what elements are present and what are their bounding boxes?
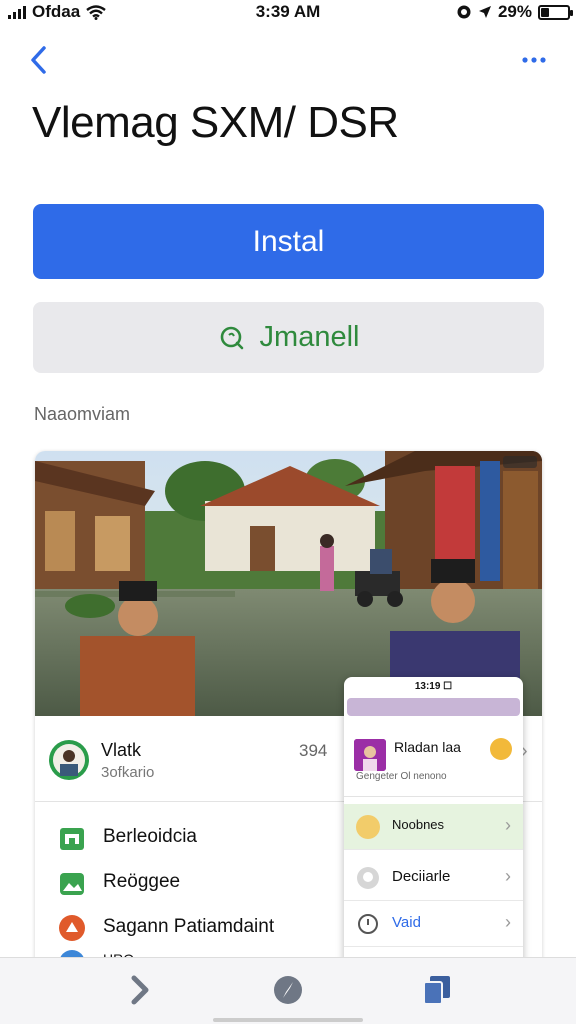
install-button-label: Instal [252, 224, 325, 258]
contact-value: 394 [299, 741, 328, 760]
menu-item-label: Berleoidcia [103, 826, 197, 847]
tab-bar [0, 957, 576, 1024]
popup-subtitle: Gengeter Ol nenono [356, 771, 447, 782]
navigation-bar [0, 40, 576, 80]
menu-item-label: Reöggee [103, 871, 181, 892]
home-indicator [213, 1018, 363, 1022]
info-icon [358, 914, 378, 934]
install-button[interactable]: Instal [33, 204, 544, 279]
menu-item[interactable]: Berleoidcia [55, 820, 355, 856]
chat-icon [357, 867, 379, 889]
status-bar: Ofdaa 3:39 AM 29% [0, 0, 576, 26]
section-label: Naaomviam [34, 404, 131, 424]
more-horizontal-icon[interactable] [520, 50, 550, 70]
avatar [49, 740, 89, 780]
popup-item-label: Vaid [392, 914, 421, 931]
preview-popup: 13:19 ☐ Rladan laa Gengeter Ol nenono No… [344, 677, 523, 977]
compass-icon[interactable] [268, 970, 308, 1010]
battery-percent: 29% [497, 2, 532, 21]
contact-sub: 3ofkario [101, 764, 155, 781]
popup-thumbnail [354, 739, 386, 771]
shop-icon [60, 828, 84, 850]
popup-item-label: Deciiarle [392, 868, 451, 885]
popup-item[interactable]: Noobnes › [344, 804, 523, 850]
popup-status: 13:19 ☐ [414, 681, 453, 692]
popup-item[interactable]: Deciiarle › [344, 855, 523, 901]
badge-icon [59, 915, 85, 941]
battery-icon [538, 4, 573, 20]
image-icon [60, 873, 84, 895]
chevron-right-icon: › [505, 866, 511, 886]
popup-title: Rladan laa [394, 739, 461, 755]
menu-item-label: Sagann Patiamdaint [103, 916, 275, 937]
menu-item[interactable]: Reöggee [55, 865, 355, 901]
secondary-button[interactable]: Jmanell [33, 302, 544, 373]
chevron-right-icon: › [505, 815, 511, 835]
emoji-icon [490, 738, 512, 760]
chevron-left-icon[interactable] [26, 42, 56, 78]
location-icon [478, 6, 491, 18]
popup-item-label: Noobnes [392, 817, 445, 832]
menu-item[interactable]: Sagann Patiamdaint [55, 910, 355, 946]
smile-icon [356, 815, 380, 839]
alarm-icon [457, 5, 471, 19]
copy-icon[interactable] [416, 970, 456, 1010]
popup-banner [347, 698, 520, 716]
search-icon [220, 326, 243, 349]
contact-name: Vlatk [101, 740, 142, 760]
secondary-button-label: Jmanell [259, 321, 360, 353]
chevron-right-icon: › [505, 912, 511, 932]
forward-icon[interactable] [120, 970, 160, 1010]
popup-item[interactable]: Vaid › [344, 901, 523, 947]
page-title: Vlemag SXM/ DSR [32, 98, 399, 147]
popup-header[interactable]: Rladan laa Gengeter Ol nenono [344, 727, 523, 797]
